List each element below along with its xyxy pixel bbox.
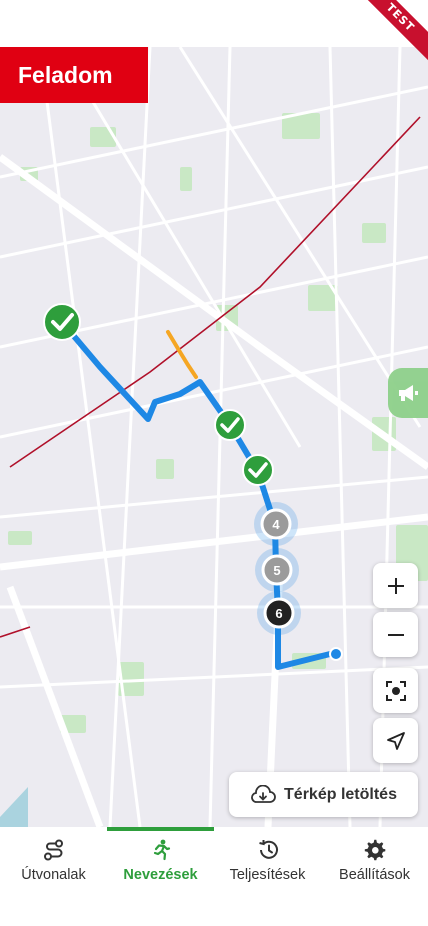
checkpoint-3[interactable] [242, 454, 274, 486]
recenter-icon [385, 680, 406, 701]
checkpoint-label: 6 [275, 606, 282, 621]
gear-icon [364, 839, 385, 861]
plus-icon [387, 577, 404, 594]
map-download-button[interactable]: Térkép letöltés [229, 772, 418, 817]
navigation-arrow-icon [386, 731, 405, 750]
checkpoint-4[interactable]: 4 [254, 502, 298, 546]
app-root: TEST 4 5 6 Feladom Térkép letöltés Útvon… [0, 0, 428, 926]
tab-label: Útvonalak [21, 867, 86, 883]
route-icon [43, 839, 63, 861]
tab-completions[interactable]: Teljesítések [214, 827, 321, 887]
announce-button[interactable] [388, 368, 428, 418]
history-icon [258, 840, 278, 859]
zoom-out-button[interactable] [373, 612, 418, 657]
checkpoint-1[interactable] [43, 303, 81, 341]
zoom-in-button[interactable] [373, 563, 418, 608]
checkpoint-2[interactable] [214, 409, 246, 441]
tab-label: Teljesítések [229, 867, 306, 883]
bottom-navigation: Útvonalak Nevezések Teljesítések Beállít… [0, 827, 428, 926]
current-location-dot [329, 647, 343, 661]
minus-icon [387, 633, 404, 636]
map-canvas: 4 5 6 [0, 47, 428, 827]
runner-icon [153, 839, 170, 861]
map-view[interactable]: 4 5 6 [0, 47, 428, 827]
river [0, 787, 28, 827]
recenter-button[interactable] [373, 668, 418, 713]
checkpoint-label: 4 [272, 517, 280, 532]
locate-button[interactable] [373, 718, 418, 763]
cloud-download-icon [251, 784, 276, 803]
map-minor-streets [0, 47, 428, 827]
tab-settings[interactable]: Beállítások [321, 827, 428, 887]
tab-routes[interactable]: Útvonalak [0, 827, 107, 887]
checkpoint-6[interactable]: 6 [257, 591, 301, 635]
checkpoint-label: 5 [273, 563, 280, 578]
give-up-button[interactable]: Feladom [0, 47, 148, 103]
tab-label: Nevezések [123, 867, 198, 883]
tab-label: Beállítások [339, 867, 410, 883]
tab-entries[interactable]: Nevezések [107, 827, 214, 887]
checkpoint-5[interactable]: 5 [255, 548, 299, 592]
status-bar [0, 0, 428, 47]
megaphone-icon [399, 385, 418, 401]
map-download-label: Térkép letöltés [284, 785, 397, 803]
